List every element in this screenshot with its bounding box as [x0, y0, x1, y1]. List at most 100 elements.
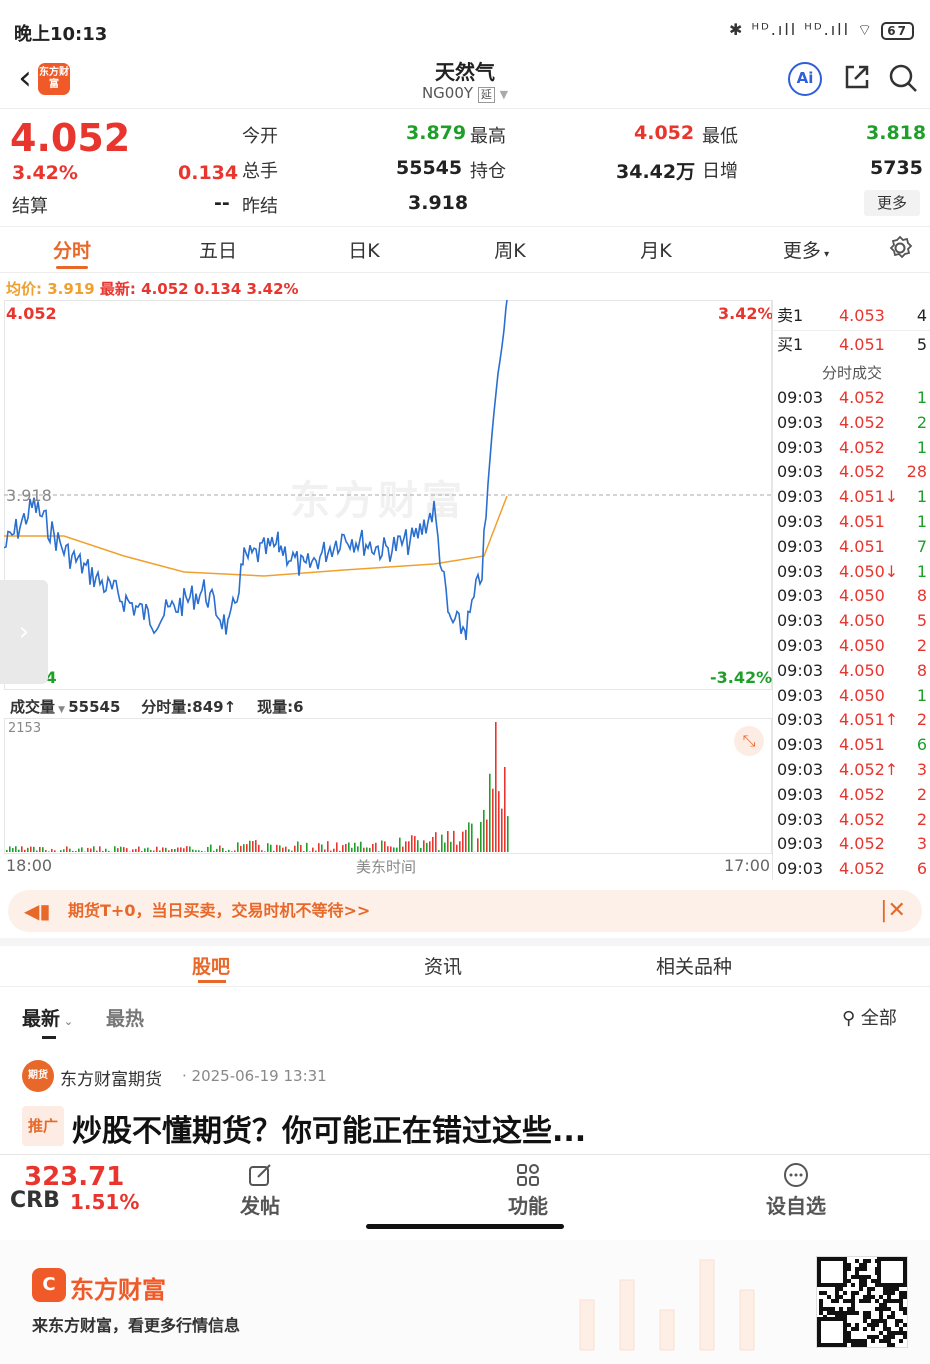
tab-related[interactable]: 相关品种	[656, 952, 732, 979]
last-value: 4.052	[141, 280, 189, 298]
volume-total: 55545	[68, 698, 121, 716]
post-label: 发帖	[240, 1194, 280, 1218]
ask-label: 卖1	[777, 306, 804, 325]
volume-bar	[396, 847, 398, 852]
volume-bar	[102, 851, 104, 852]
now-volume: 现量:6	[257, 698, 304, 716]
volume-bar	[429, 841, 431, 852]
qr-module	[879, 1295, 883, 1299]
qr-module	[831, 1307, 835, 1311]
trade-price: 4.050↓	[839, 561, 899, 581]
volume-bar	[390, 846, 392, 852]
banner-text: 期货T+0，当日买卖，交易时机不等待>>	[68, 901, 371, 920]
volume-bar	[459, 841, 461, 852]
volume-bar	[315, 850, 317, 852]
tab-day-k[interactable]: 日K	[324, 236, 404, 263]
delayed-tag: 延	[477, 87, 495, 103]
volume-bar	[105, 848, 107, 852]
post-title[interactable]: 炒股不懂期货？你可能正在错过这些...	[72, 1106, 586, 1150]
qr-module	[887, 1299, 891, 1303]
volume-bar	[291, 850, 293, 852]
tab-guba[interactable]: 股吧	[192, 952, 230, 979]
trade-volume: 2	[916, 636, 927, 655]
volume-bar	[165, 847, 167, 852]
info-change: 0.134	[193, 280, 242, 298]
tab-five-day[interactable]: 五日	[178, 236, 258, 263]
qr-module	[863, 1327, 867, 1331]
qr-module	[835, 1291, 839, 1295]
filter-icon: ⚲	[842, 1008, 856, 1029]
volume-bar	[483, 809, 485, 852]
trade-price: 4.051↑	[839, 710, 899, 730]
crb-name[interactable]: CRB	[10, 1188, 60, 1213]
volume-bar	[198, 850, 200, 852]
prev-settle-value: 3.918	[408, 192, 469, 214]
volume-label: 总手	[242, 161, 278, 182]
volume-bar	[9, 846, 11, 852]
close-icon[interactable]: |✕	[880, 890, 906, 932]
qr-module	[883, 1291, 887, 1295]
volume-bar	[312, 847, 314, 852]
volume-bar	[228, 849, 230, 852]
price-line	[4, 300, 508, 641]
tab-month-k[interactable]: 月K	[616, 236, 696, 263]
sort-latest-label: 最新	[22, 1008, 61, 1030]
expand-icon[interactable]: ⤡	[734, 726, 764, 756]
settings-icon[interactable]	[886, 234, 914, 266]
trade-time: 09:03	[777, 710, 824, 730]
qr-module	[871, 1335, 875, 1339]
filter-label: 全部	[860, 1008, 897, 1029]
volume-bar	[96, 850, 98, 852]
volume-bar	[183, 848, 185, 852]
volume-bar	[120, 846, 122, 852]
volume-bar	[348, 842, 350, 852]
add-watchlist-button[interactable]: 设自选	[746, 1162, 846, 1219]
volume-bar	[306, 842, 308, 852]
sort-hot[interactable]: 最热	[106, 1004, 144, 1031]
tab-week-k[interactable]: 周K	[470, 236, 550, 263]
qr-module	[899, 1339, 903, 1343]
volume-bar	[321, 844, 323, 852]
trade-price: 4.051	[839, 735, 885, 755]
search-icon[interactable]	[886, 62, 920, 96]
qr-module	[875, 1323, 879, 1327]
qr-module	[835, 1287, 839, 1291]
tab-intraday[interactable]: 分时	[32, 236, 112, 263]
post-author[interactable]: 东方财富期货	[60, 1065, 162, 1090]
trade-row: 09:03 4.050 2	[777, 634, 929, 658]
qr-module	[855, 1327, 859, 1331]
ai-button[interactable]: Ai	[788, 62, 822, 96]
function-button[interactable]: 功能	[478, 1162, 578, 1219]
qr-module	[831, 1311, 835, 1315]
volume-bar	[114, 846, 116, 852]
side-drawer-handle[interactable]: ›	[0, 580, 48, 684]
section-tab-indicator	[198, 980, 226, 983]
volume-bar	[297, 841, 299, 852]
share-icon[interactable]	[840, 62, 874, 96]
volume-bar	[192, 849, 194, 852]
more-quote-button[interactable]: 更多	[864, 190, 920, 216]
promo-banner[interactable]: ◀▮ 期货T+0，当日买卖，交易时机不等待>> |✕	[8, 890, 922, 932]
filter-button[interactable]: ⚲ 全部	[842, 1004, 897, 1030]
trade-time: 09:03	[777, 660, 824, 680]
tab-news[interactable]: 资讯	[424, 952, 462, 979]
qr-module	[871, 1295, 875, 1299]
qr-module	[903, 1331, 907, 1335]
post-button[interactable]: 发帖	[210, 1162, 310, 1219]
qr-module	[819, 1299, 823, 1303]
qr-module	[883, 1307, 887, 1311]
volume-bar	[264, 851, 266, 852]
avatar[interactable]: 期货	[22, 1060, 54, 1092]
trade-volume: 1	[916, 487, 927, 507]
qr-module	[891, 1331, 895, 1335]
qr-module	[847, 1299, 851, 1303]
trade-volume: 2	[916, 412, 927, 432]
qr-module	[863, 1343, 867, 1347]
sort-latest[interactable]: 最新 ⌄	[22, 1004, 73, 1031]
trade-price: 4.051↓	[839, 487, 899, 507]
volume-bar	[162, 847, 164, 852]
volume-bar	[393, 847, 395, 852]
volume-selector[interactable]: 成交量	[10, 698, 55, 716]
tab-more[interactable]: 更多 ▾	[766, 236, 846, 263]
crb-percent[interactable]: 1.51%	[70, 1190, 139, 1214]
